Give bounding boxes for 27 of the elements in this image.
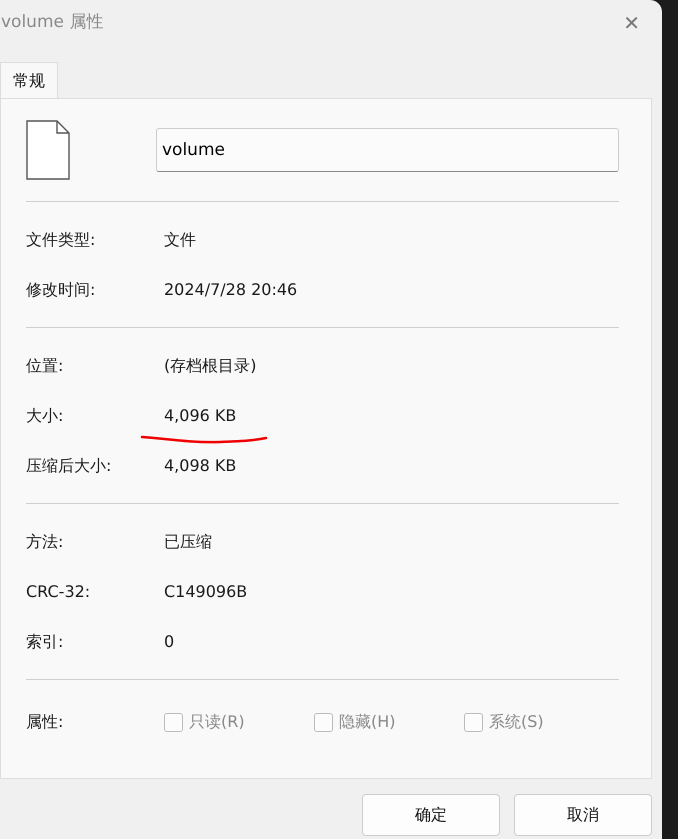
field-label: 大小: — [26, 405, 64, 427]
close-button[interactable]: ✕ — [617, 13, 646, 33]
field-label: 位置: — [26, 355, 64, 377]
checkbox-label: 隐藏(H) — [339, 711, 396, 733]
field-value: 4,096 KB — [164, 405, 236, 427]
field-label: 文件类型: — [26, 229, 96, 251]
dialog-button[interactable]: 取消 — [514, 794, 652, 836]
checkbox-label: 系统(S) — [489, 711, 544, 733]
window-title: volume 属性 — [1, 11, 104, 34]
field-value: 文件 — [164, 229, 196, 251]
dialog-button[interactable]: 确定 — [362, 794, 500, 836]
field-value: C149096B — [164, 581, 248, 603]
field-label: 压缩后大小: — [26, 455, 112, 477]
field-label: 索引: — [26, 631, 64, 653]
field-label: 属性: — [26, 711, 64, 733]
field-value: 已压缩 — [164, 531, 212, 553]
field-label: 修改时间: — [26, 279, 96, 301]
field-value: (存档根目录) — [164, 355, 256, 377]
field-value: 2024/7/28 20:46 — [164, 279, 298, 301]
file-icon — [26, 120, 70, 180]
checkbox-label: 只读(R) — [189, 711, 245, 733]
name-field[interactable]: volume — [156, 128, 619, 172]
field-value: 0 — [164, 631, 174, 653]
field-label: CRC-32: — [26, 581, 92, 603]
field-label: 方法: — [26, 531, 64, 553]
field-value: 4,098 KB — [164, 455, 236, 477]
tab[interactable]: 常规 — [0, 62, 58, 98]
